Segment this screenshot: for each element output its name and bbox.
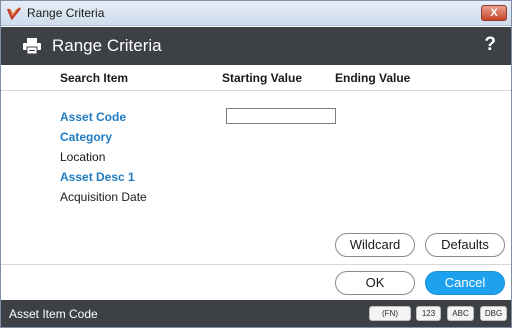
cancel-button[interactable]: Cancel — [425, 271, 505, 295]
help-icon[interactable]: ? — [484, 34, 496, 56]
starting-value-input[interactable] — [226, 108, 336, 124]
printer-icon — [23, 38, 41, 54]
dialog-header: Range Criteria ? — [1, 27, 511, 65]
fn-mode-badge[interactable]: (FN) — [369, 306, 411, 321]
debug-mode-badge[interactable]: DBG — [480, 306, 507, 321]
column-header-starting-value: Starting Value — [222, 71, 303, 85]
wildcard-button[interactable]: Wildcard — [335, 233, 415, 257]
close-button[interactable]: X — [481, 5, 507, 21]
status-text: Asset Item Code — [9, 307, 98, 321]
title-bar[interactable]: Range Criteria X — [1, 1, 511, 26]
row-label-location: Location — [60, 150, 106, 164]
defaults-button[interactable]: Defaults — [425, 233, 505, 257]
column-header-ending-value: Ending Value — [335, 71, 411, 85]
ok-button[interactable]: OK — [335, 271, 415, 295]
numeric-mode-badge[interactable]: 123 — [416, 306, 441, 321]
window-title: Range Criteria — [27, 6, 105, 20]
column-header-search-item: Search Item — [60, 71, 129, 85]
checkmark-logo-icon — [7, 7, 21, 20]
row-label-asset-desc-1[interactable]: Asset Desc 1 — [60, 170, 135, 184]
header-divider — [1, 90, 511, 91]
alpha-mode-badge[interactable]: ABC — [447, 306, 474, 321]
status-bar: Asset Item Code (FN) 123 ABC DBG — [1, 300, 511, 327]
page-title: Range Criteria — [52, 36, 162, 55]
footer-divider — [1, 264, 511, 265]
row-label-acquisition-date: Acquisition Date — [60, 190, 147, 204]
row-label-category[interactable]: Category — [60, 130, 112, 144]
dialog-window: Range Criteria X Range Criteria ? Search… — [0, 0, 512, 328]
row-label-asset-code[interactable]: Asset Code — [60, 110, 126, 124]
